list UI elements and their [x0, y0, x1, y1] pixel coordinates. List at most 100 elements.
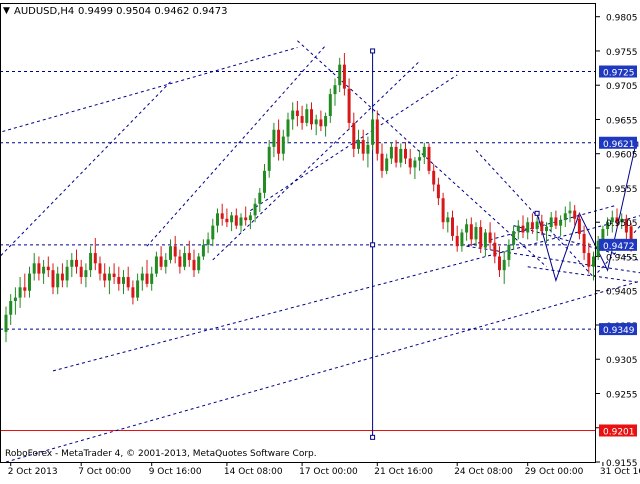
candle-body: [404, 149, 407, 159]
candle-body: [338, 65, 341, 86]
candle-body: [362, 140, 365, 154]
candle-body: [334, 85, 337, 94]
candle-body: [146, 274, 149, 284]
candle-body: [385, 159, 388, 171]
candle-body: [141, 274, 144, 281]
candle-body: [583, 234, 586, 253]
candle-body: [5, 315, 8, 332]
candle-body: [207, 239, 210, 244]
anchor-marker: [371, 435, 375, 439]
candle-body: [517, 226, 520, 231]
candle-body: [160, 256, 163, 266]
candle-body: [230, 215, 233, 222]
candle-body: [155, 256, 158, 273]
candle-body: [52, 270, 55, 287]
candle-body: [531, 222, 534, 229]
candle-body: [522, 226, 525, 233]
y-tick-label: 0.9755: [606, 48, 638, 58]
candle-body: [127, 277, 130, 287]
candle-body: [240, 217, 243, 225]
y-tick-label: 0.9255: [606, 390, 638, 400]
candle-body: [376, 119, 379, 153]
level-tag-label: 0.9349: [603, 326, 635, 336]
candle-body: [366, 145, 369, 154]
candle-body: [254, 204, 257, 216]
candle-body: [178, 256, 181, 266]
candle-body: [14, 298, 17, 301]
candle-body: [484, 233, 487, 248]
candle-body: [465, 224, 468, 232]
candle-body: [272, 130, 275, 147]
candle-body: [456, 236, 459, 246]
candle-body: [357, 140, 360, 149]
candle-body: [47, 267, 50, 270]
candle-body: [221, 213, 224, 218]
candle-body: [301, 116, 304, 123]
x-tick-label: 29 Oct 00:00: [525, 467, 584, 477]
candle-body: [554, 217, 557, 225]
candle-body: [113, 274, 116, 277]
candle-body: [277, 130, 280, 154]
candle-body: [324, 116, 327, 126]
chart-window: 2 Oct 20137 Oct 00:009 Oct 16:0014 Oct 0…: [0, 0, 640, 480]
candle-body: [399, 149, 402, 163]
candle-body: [89, 253, 92, 270]
candle-body: [498, 256, 501, 270]
candle-body: [174, 246, 177, 256]
candle-body: [70, 260, 73, 267]
candle-body: [343, 65, 346, 89]
y-tick-label: 0.9455: [606, 253, 638, 263]
candle-body: [418, 157, 421, 160]
candle-body: [437, 185, 440, 199]
candle-body: [80, 267, 83, 277]
candle-body: [42, 267, 45, 274]
candle-body: [512, 231, 515, 245]
y-tick-label: 0.9805: [606, 14, 638, 24]
candle-body: [348, 89, 351, 123]
candle-body: [587, 253, 590, 267]
y-tick-label: 0.9605: [606, 151, 638, 161]
candle-body: [61, 274, 64, 281]
candle-body: [202, 245, 205, 257]
candle: [428, 143, 431, 174]
y-tick-label: 0.9305: [606, 356, 638, 366]
candle-body: [188, 253, 191, 260]
candle-body: [117, 277, 120, 284]
y-tick-label: 0.9555: [606, 185, 638, 195]
candle-body: [319, 119, 322, 126]
y-tick-label: 0.9655: [606, 116, 638, 126]
candle-body: [225, 219, 228, 222]
candle-body: [592, 256, 595, 266]
candle-body: [94, 253, 97, 263]
candle-body: [150, 274, 153, 284]
candle-body: [9, 301, 12, 315]
candle-body: [169, 246, 172, 260]
candle-body: [371, 119, 374, 144]
anchor-marker: [371, 243, 375, 247]
x-tick-label: 9 Oct 16:00: [149, 467, 202, 477]
candle-body: [428, 147, 431, 171]
candle-body: [291, 111, 294, 120]
x-tick-label: 7 Oct 00:00: [78, 467, 131, 477]
anchor-marker: [535, 211, 539, 215]
y-tick-label: 0.9155: [606, 459, 638, 469]
candle-body: [559, 220, 562, 225]
candle-body: [489, 233, 492, 243]
candle-body: [244, 217, 247, 220]
x-tick-label: 14 Oct 08:00: [224, 467, 283, 477]
candle-body: [470, 224, 473, 239]
candle-body: [19, 287, 22, 297]
candle-body: [460, 233, 463, 247]
candle-body: [183, 253, 186, 267]
candle-body: [197, 256, 200, 270]
candle-body: [28, 274, 31, 291]
candle-body: [352, 123, 355, 149]
y-tick-label: 0.9705: [606, 82, 638, 92]
candle-body: [409, 159, 412, 168]
candle-body: [540, 222, 543, 232]
candle-body: [493, 243, 496, 257]
candle-body: [423, 147, 426, 157]
candle-body: [268, 147, 271, 171]
candle-body: [33, 263, 36, 273]
candle-body: [66, 267, 69, 281]
